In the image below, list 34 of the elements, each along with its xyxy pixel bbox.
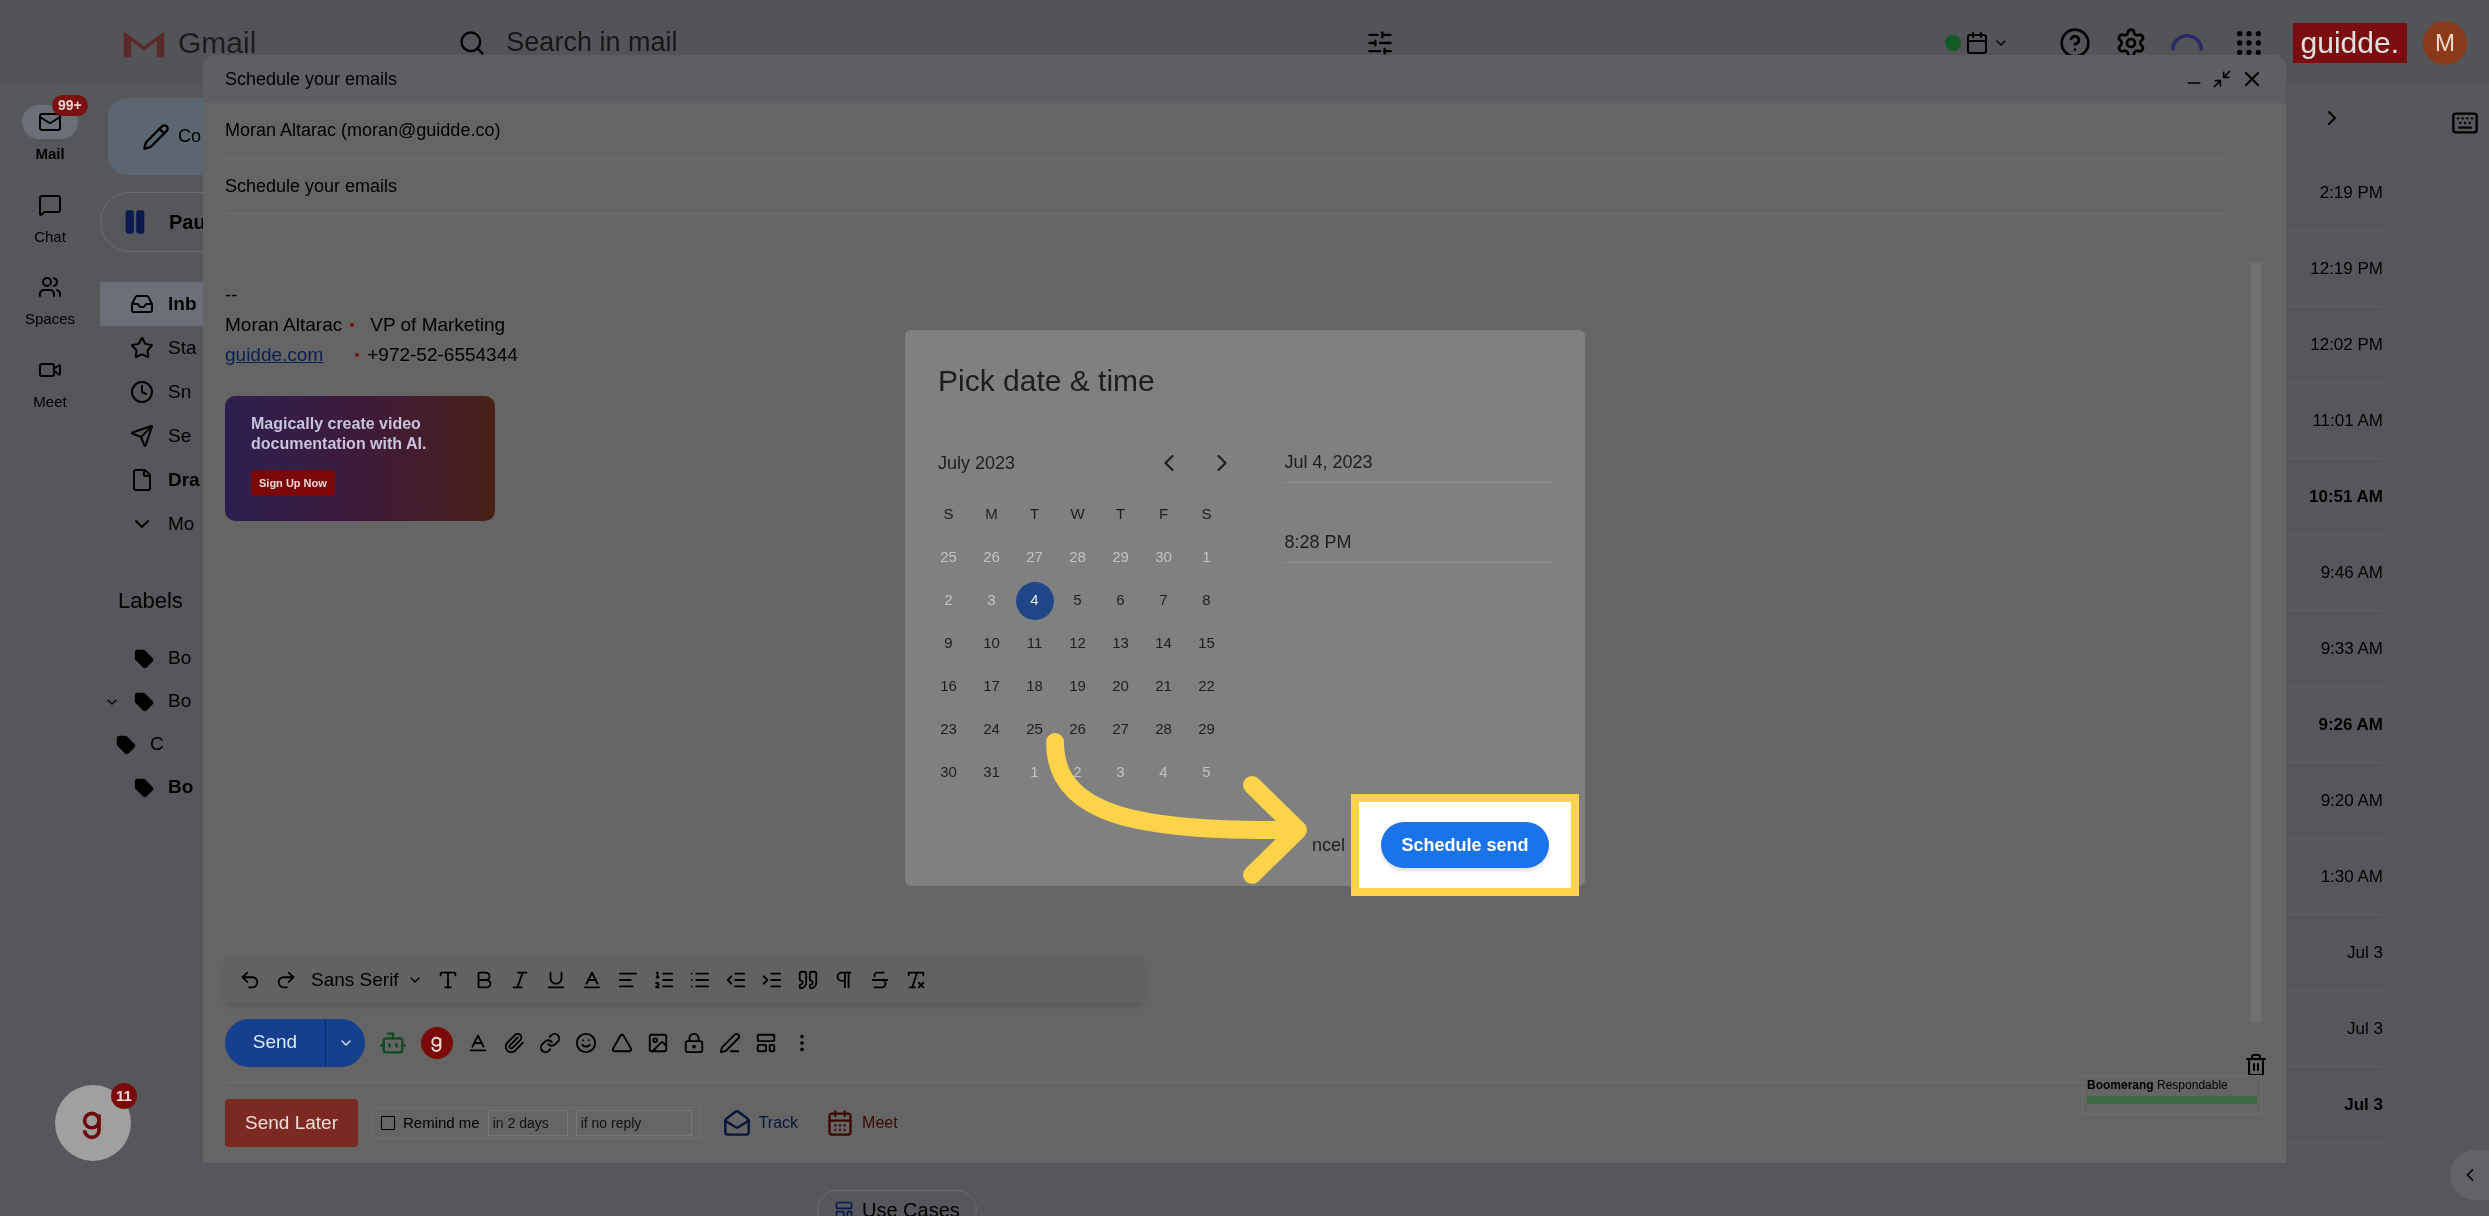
email-time: 9:26 AM: [2318, 713, 2383, 736]
email-time: 1:30 AM: [2320, 865, 2383, 888]
month-label: July 2023: [938, 451, 1017, 475]
app-name: Gmail: [178, 25, 257, 61]
email-time: 9:46 AM: [2320, 561, 2383, 584]
signature-phone: +972-52-6554344: [367, 343, 518, 367]
email-time: 9:33 AM: [2320, 637, 2383, 660]
email-time: 10:51 AM: [2309, 485, 2383, 508]
email-time: Jul 3: [2347, 1017, 2383, 1040]
weekday-label: T: [1114, 504, 1127, 525]
signature-name: Moran Altarac: [225, 313, 343, 337]
dialog-title: Pick date & time: [938, 363, 1156, 399]
signature-separator: --: [225, 283, 239, 307]
unread-count-badge: 99+: [52, 95, 88, 116]
email-time: 12:02 PM: [2310, 333, 2383, 356]
banner-headline: Magically create video documentation with AI.: [251, 414, 428, 454]
notification-badge: 11: [111, 1083, 137, 1109]
weekday-label: T: [1028, 504, 1041, 525]
email-time: Jul 3: [2344, 1093, 2383, 1116]
email-time: 12:19 PM: [2310, 257, 2383, 280]
weekday-label: M: [984, 504, 999, 525]
widget-label: Boomerang Respondable: [2087, 1077, 2229, 1094]
weekday-label: F: [1157, 504, 1170, 525]
signature-role: VP of Marketing: [370, 313, 506, 337]
weekday-label: S: [942, 504, 955, 525]
section-heading: Labels: [118, 587, 184, 615]
checkbox-label: Remind me: [402, 1112, 480, 1133]
email-time: Jul 3: [2347, 941, 2383, 964]
email-time: 11:01 AM: [2312, 409, 2383, 432]
email-time: 9:20 AM: [2320, 789, 2383, 812]
email-time: 2:19 PM: [2319, 181, 2383, 204]
weekday-label: S: [1200, 504, 1213, 525]
window-title: Schedule your emails: [225, 67, 399, 91]
weekday-label: W: [1069, 504, 1086, 525]
